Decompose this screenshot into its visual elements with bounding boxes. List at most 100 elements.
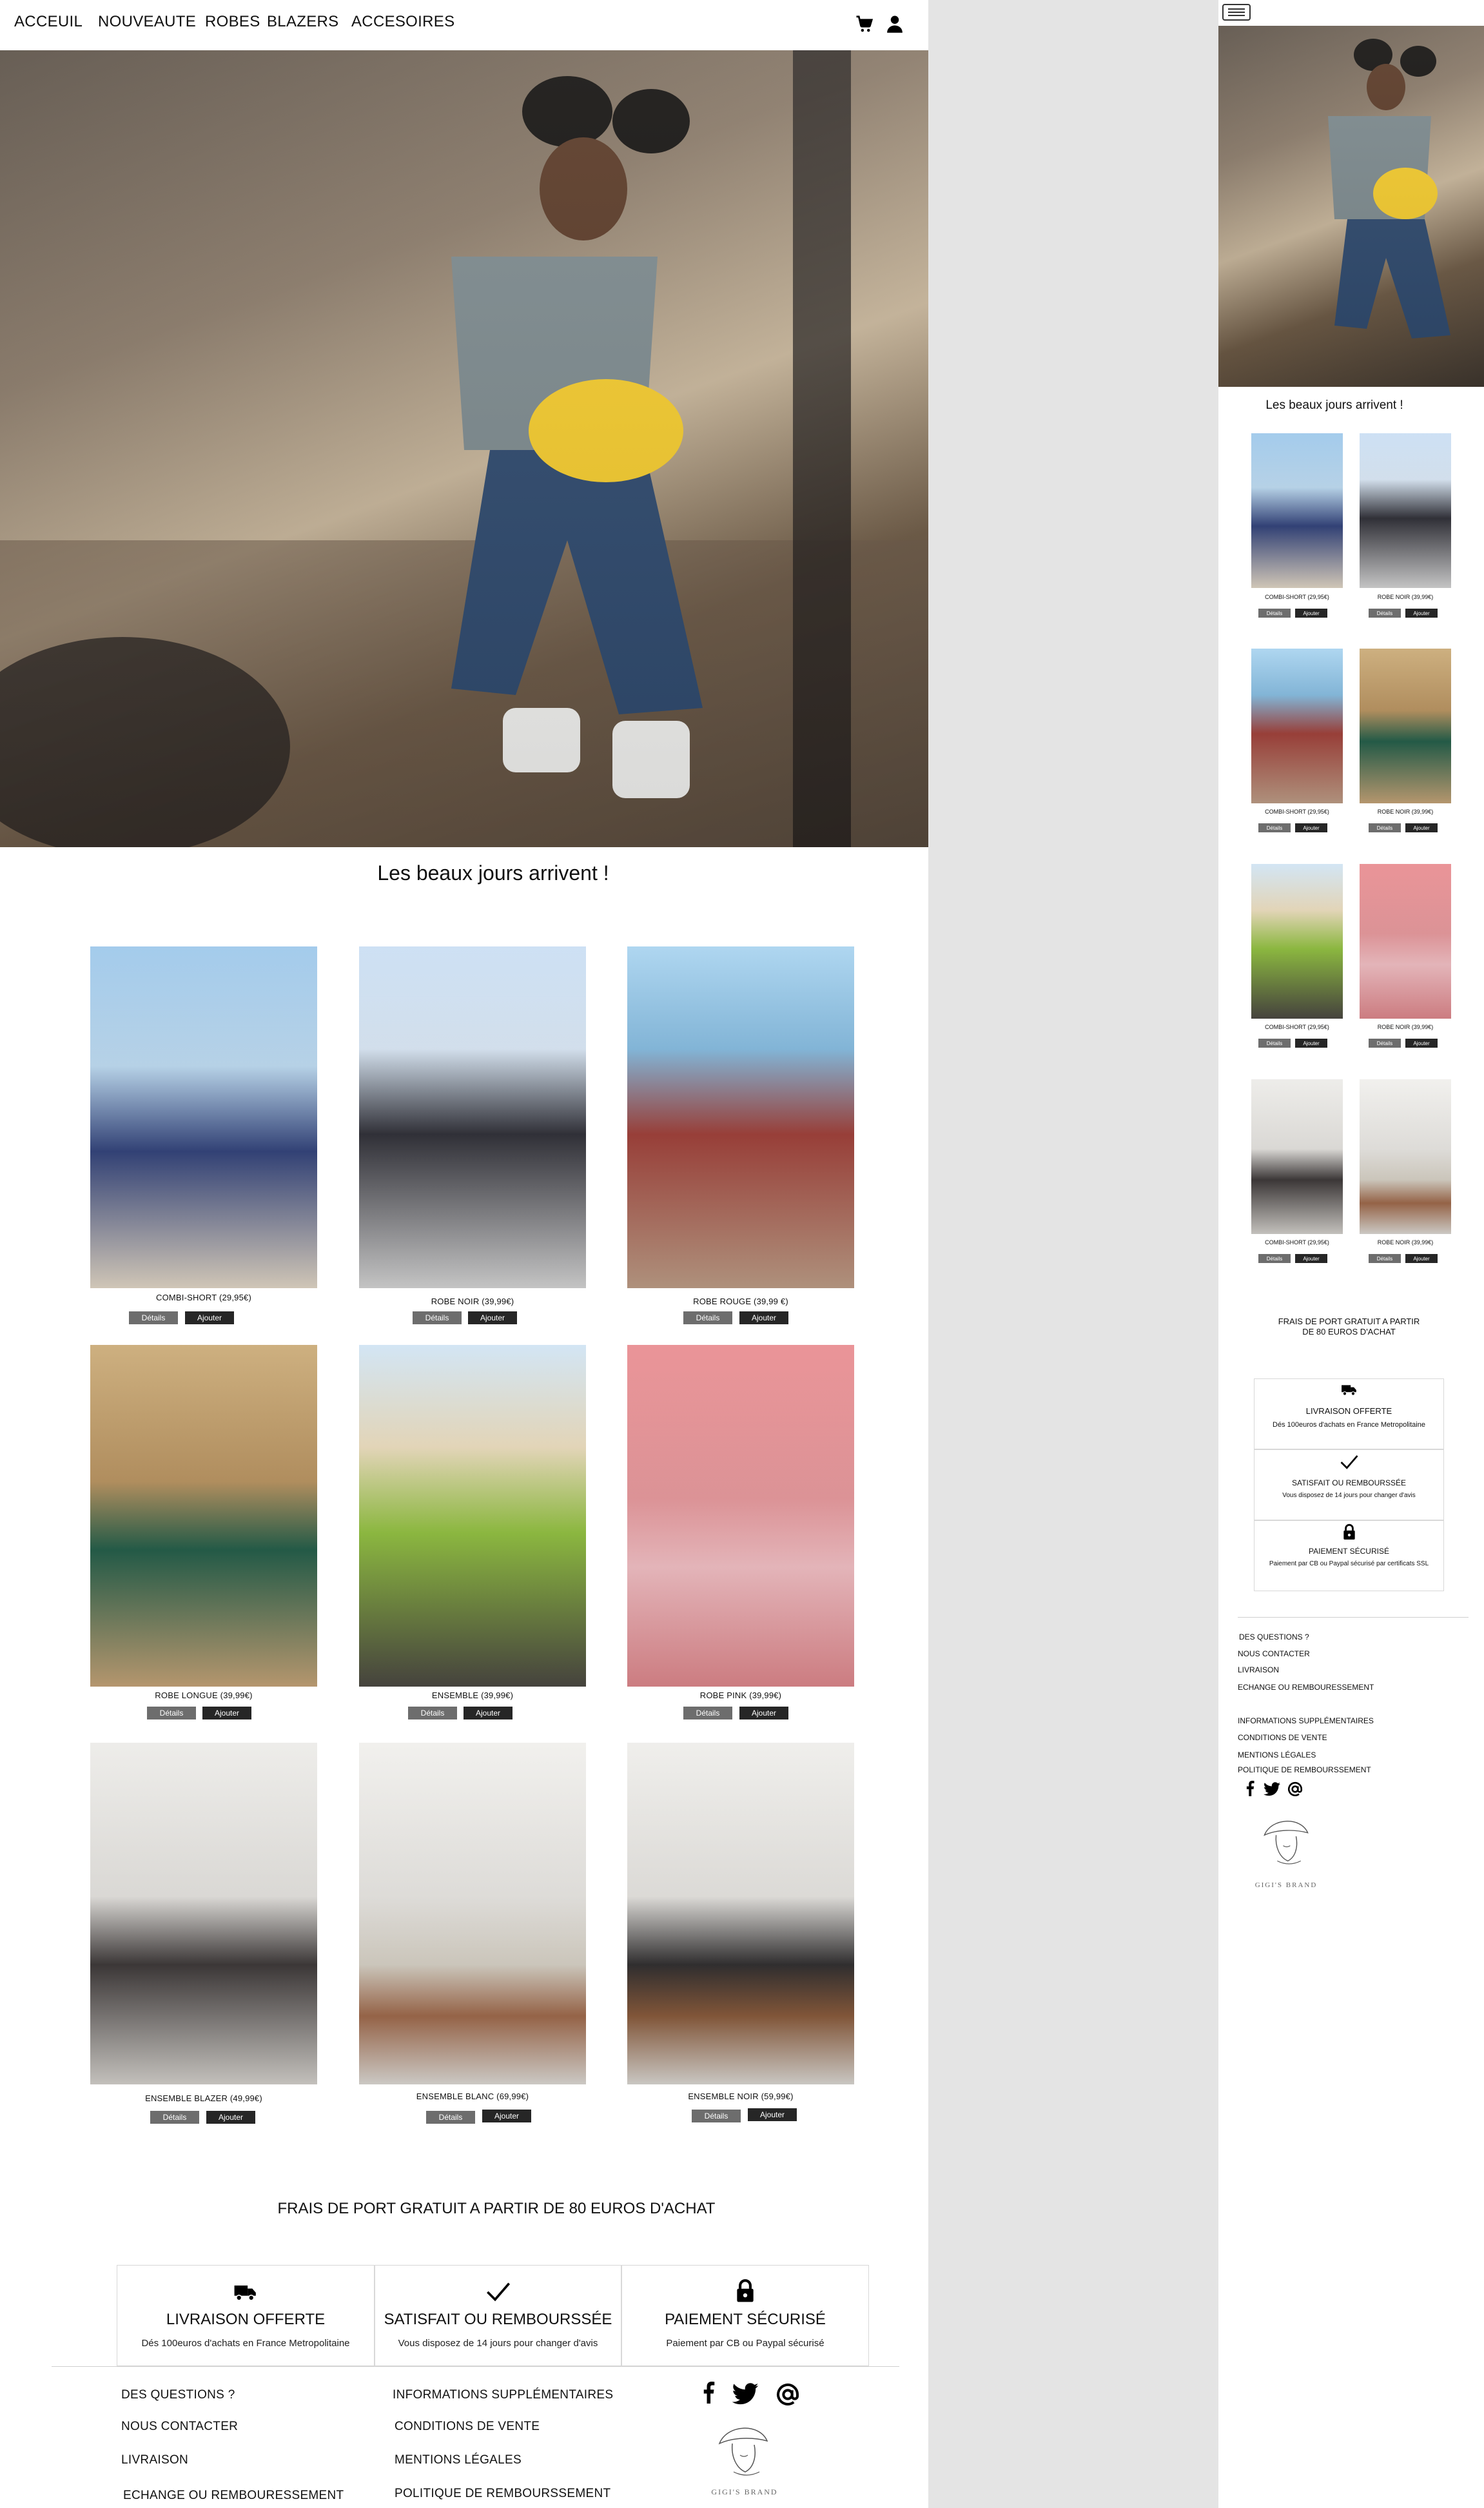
product-image-robe-pink[interactable]: [627, 1345, 854, 1687]
details-button[interactable]: Détails: [683, 1707, 732, 1719]
mobile-details-button[interactable]: Détails: [1369, 1039, 1401, 1048]
nav-item-acceuil[interactable]: ACCEUIL: [14, 13, 83, 31]
mobile-add-button[interactable]: Ajouter: [1295, 823, 1327, 832]
twitter-icon[interactable]: [732, 2383, 759, 2408]
product-image-robe-longue[interactable]: [90, 1345, 317, 1687]
mobile-add-button[interactable]: Ajouter: [1295, 1039, 1327, 1048]
mobile-product-image[interactable]: [1251, 649, 1343, 803]
at-icon[interactable]: [1287, 1781, 1303, 1801]
mobile-details-button[interactable]: Détails: [1369, 823, 1401, 832]
footer-link-conditions[interactable]: CONDITIONS DE VENTE: [395, 2420, 540, 2434]
footer-link-informations[interactable]: INFORMATIONS SUPPLÉMENTAIRES: [393, 2388, 613, 2402]
details-button[interactable]: Détails: [413, 1311, 462, 1324]
details-button[interactable]: Détails: [692, 2110, 741, 2122]
product-image-ensemble-noir[interactable]: [627, 1743, 854, 2084]
mobile-hero-image: [1218, 26, 1484, 387]
mobile-add-button[interactable]: Ajouter: [1405, 823, 1438, 832]
footer-link-echange[interactable]: ECHANGE OU REMBOURESSEMENT: [123, 2489, 344, 2503]
add-button[interactable]: Ajouter: [464, 1707, 513, 1719]
product-image-robe-noir[interactable]: [359, 946, 586, 1288]
details-button[interactable]: Détails: [129, 1311, 178, 1324]
mobile-footer-link[interactable]: DES QUESTIONS ?: [1239, 1632, 1309, 1641]
mobile-footer-link[interactable]: POLITIQUE DE REMBOURSSEMENT: [1238, 1765, 1371, 1774]
product-image-robe-rouge[interactable]: [627, 946, 854, 1288]
footer-link-livraison[interactable]: LIVRAISON: [121, 2453, 188, 2467]
mobile-footer-link[interactable]: NOUS CONTACTER: [1238, 1649, 1310, 1658]
lock-icon: [734, 2278, 756, 2306]
check-icon: [485, 2281, 511, 2306]
mobile-feature-livraison: LIVRAISON OFFERTE Dés 100euros d'achats …: [1254, 1378, 1444, 1449]
mobile-product-image[interactable]: [1360, 649, 1451, 803]
feature-text: Dés 100euros d'achats en France Metropol…: [141, 2338, 350, 2349]
details-button[interactable]: Détails: [408, 1707, 457, 1719]
product-image-ensemble-blanc[interactable]: [359, 1743, 586, 2084]
mobile-product-image[interactable]: [1360, 1079, 1451, 1234]
mobile-add-button[interactable]: Ajouter: [1405, 609, 1438, 618]
at-icon[interactable]: [774, 2382, 802, 2411]
facebook-icon[interactable]: [701, 2382, 716, 2407]
mobile-footer-link[interactable]: ECHANGE OU REMBOURESSEMENT: [1238, 1683, 1374, 1692]
mobile-details-button[interactable]: Détails: [1369, 609, 1401, 618]
twitter-icon[interactable]: [1264, 1782, 1280, 1799]
mobile-details-button[interactable]: Détails: [1258, 1039, 1291, 1048]
hero-image: [0, 50, 928, 847]
mobile-footer-divider: [1238, 1617, 1469, 1618]
details-button[interactable]: Détails: [683, 1311, 732, 1324]
add-button[interactable]: Ajouter: [748, 2108, 797, 2121]
add-button[interactable]: Ajouter: [206, 2111, 255, 2124]
add-button[interactable]: Ajouter: [482, 2110, 531, 2122]
add-button[interactable]: Ajouter: [739, 1707, 788, 1719]
mobile-product-image[interactable]: [1360, 864, 1451, 1019]
mobile-feature-text: Dés 100euros d'achats en France Metropol…: [1273, 1421, 1425, 1429]
mobile-feature-satisfait: SATISFAIT OU REMBOURSSÉE Vous disposez d…: [1254, 1449, 1444, 1520]
mobile-product-label: COMBI-SHORT (29,95€): [1265, 1024, 1329, 1030]
details-button[interactable]: Détails: [426, 2111, 475, 2124]
mobile-add-button[interactable]: Ajouter: [1295, 1254, 1327, 1263]
menu-icon[interactable]: [1222, 4, 1251, 24]
details-button[interactable]: Détails: [150, 2111, 199, 2124]
mobile-footer-link[interactable]: LIVRAISON: [1238, 1665, 1279, 1674]
mobile-product-image[interactable]: [1251, 433, 1343, 588]
mobile-details-button[interactable]: Détails: [1258, 823, 1291, 832]
facebook-icon[interactable]: [1245, 1781, 1255, 1799]
nav-item-accesoires[interactable]: ACCESOIRES: [351, 13, 454, 31]
mobile-details-button[interactable]: Détails: [1258, 1254, 1291, 1263]
feature-text: Paiement par CB ou Paypal sécurisé: [666, 2338, 825, 2349]
mobile-add-button[interactable]: Ajouter: [1405, 1254, 1438, 1263]
mobile-footer-link[interactable]: INFORMATIONS SUPPLÉMENTAIRES: [1238, 1716, 1374, 1725]
mobile-page: Les beaux jours arrivent ! COMBI-SHORT (…: [1218, 0, 1484, 2508]
mobile-details-button[interactable]: Détails: [1369, 1254, 1401, 1263]
mobile-details-button[interactable]: Détails: [1258, 609, 1291, 618]
mobile-add-button[interactable]: Ajouter: [1295, 609, 1327, 618]
mobile-product-label: COMBI-SHORT (29,95€): [1265, 808, 1329, 815]
add-button[interactable]: Ajouter: [739, 1311, 788, 1324]
details-button[interactable]: Détails: [147, 1707, 196, 1719]
nav-item-blazers[interactable]: BLAZERS: [267, 13, 338, 31]
mobile-add-button[interactable]: Ajouter: [1405, 1039, 1438, 1048]
cart-icon[interactable]: [855, 14, 874, 34]
mobile-product-image[interactable]: [1251, 1079, 1343, 1234]
product-label: ROBE ROUGE (39,99 €): [693, 1297, 788, 1306]
mobile-footer-link[interactable]: MENTIONS LÉGALES: [1238, 1750, 1316, 1759]
mobile-product-label: ROBE NOIR (39,99€): [1377, 808, 1434, 815]
nav-item-robes[interactable]: ROBES: [205, 13, 260, 31]
footer-link-questions[interactable]: DES QUESTIONS ?: [121, 2388, 235, 2402]
mobile-footer-link[interactable]: CONDITIONS DE VENTE: [1238, 1733, 1327, 1742]
user-icon[interactable]: [885, 14, 904, 34]
nav-item-nouveaute[interactable]: NOUVEAUTE: [98, 13, 196, 31]
product-image-combi-short[interactable]: [90, 946, 317, 1288]
mobile-product-image[interactable]: [1251, 864, 1343, 1019]
product-image-ensemble[interactable]: [359, 1345, 586, 1687]
footer-link-politique[interactable]: POLITIQUE DE REMBOURSSEMENT: [395, 2487, 610, 2501]
product-image-ensemble-blazer[interactable]: [90, 1743, 317, 2084]
feature-livraison: LIVRAISON OFFERTE Dés 100euros d'achats …: [117, 2265, 375, 2366]
feature-text: Vous disposez de 14 jours pour changer d…: [398, 2338, 598, 2349]
mobile-product-image[interactable]: [1360, 433, 1451, 588]
footer-link-contact[interactable]: NOUS CONTACTER: [121, 2420, 238, 2434]
add-button[interactable]: Ajouter: [202, 1707, 251, 1719]
footer-link-mentions[interactable]: MENTIONS LÉGALES: [395, 2453, 522, 2467]
add-button[interactable]: Ajouter: [468, 1311, 517, 1324]
product-label: ENSEMBLE NOIR (59,99€): [688, 2092, 794, 2101]
add-button[interactable]: Ajouter: [185, 1311, 234, 1324]
feature-title: PAIEMENT SÉCURISÉ: [665, 2311, 826, 2328]
